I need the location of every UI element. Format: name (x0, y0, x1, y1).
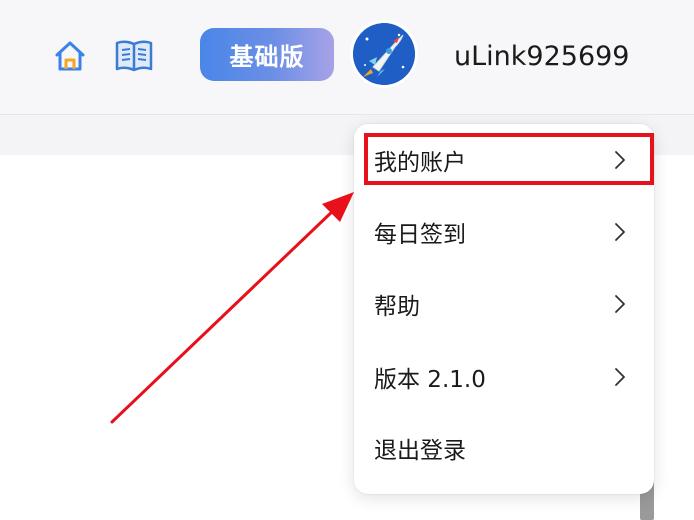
username[interactable]: uLink925699 (454, 36, 629, 76)
home-icon (55, 41, 85, 71)
annotation-highlight-box (364, 133, 654, 185)
avatar[interactable] (353, 23, 415, 85)
top-bar: 基础版 uLink925699 (0, 0, 694, 115)
book-icon (115, 40, 153, 72)
guide-button[interactable] (114, 36, 154, 76)
chevron-right-icon (615, 223, 625, 241)
menu-item-help[interactable]: 帮助 (354, 276, 654, 332)
plan-badge[interactable]: 基础版 (200, 28, 334, 81)
menu-item-label: 版本 2.1.0 (374, 367, 486, 393)
rocket-icon (353, 23, 415, 85)
chevron-right-icon (615, 295, 625, 313)
menu-item-logout[interactable]: 退出登录 (354, 420, 654, 476)
menu-item-label: 退出登录 (374, 438, 466, 464)
page: 基础版 uLink925699 我的账户 每日签到 帮助 版本 2.1.0 退出… (0, 0, 694, 520)
menu-item-version[interactable]: 版本 2.1.0 (354, 349, 654, 405)
chevron-right-icon (615, 368, 625, 386)
menu-item-daily-checkin[interactable]: 每日签到 (354, 204, 654, 260)
menu-item-label: 每日签到 (374, 222, 466, 248)
menu-item-label: 帮助 (374, 294, 420, 320)
home-button[interactable] (50, 36, 90, 76)
